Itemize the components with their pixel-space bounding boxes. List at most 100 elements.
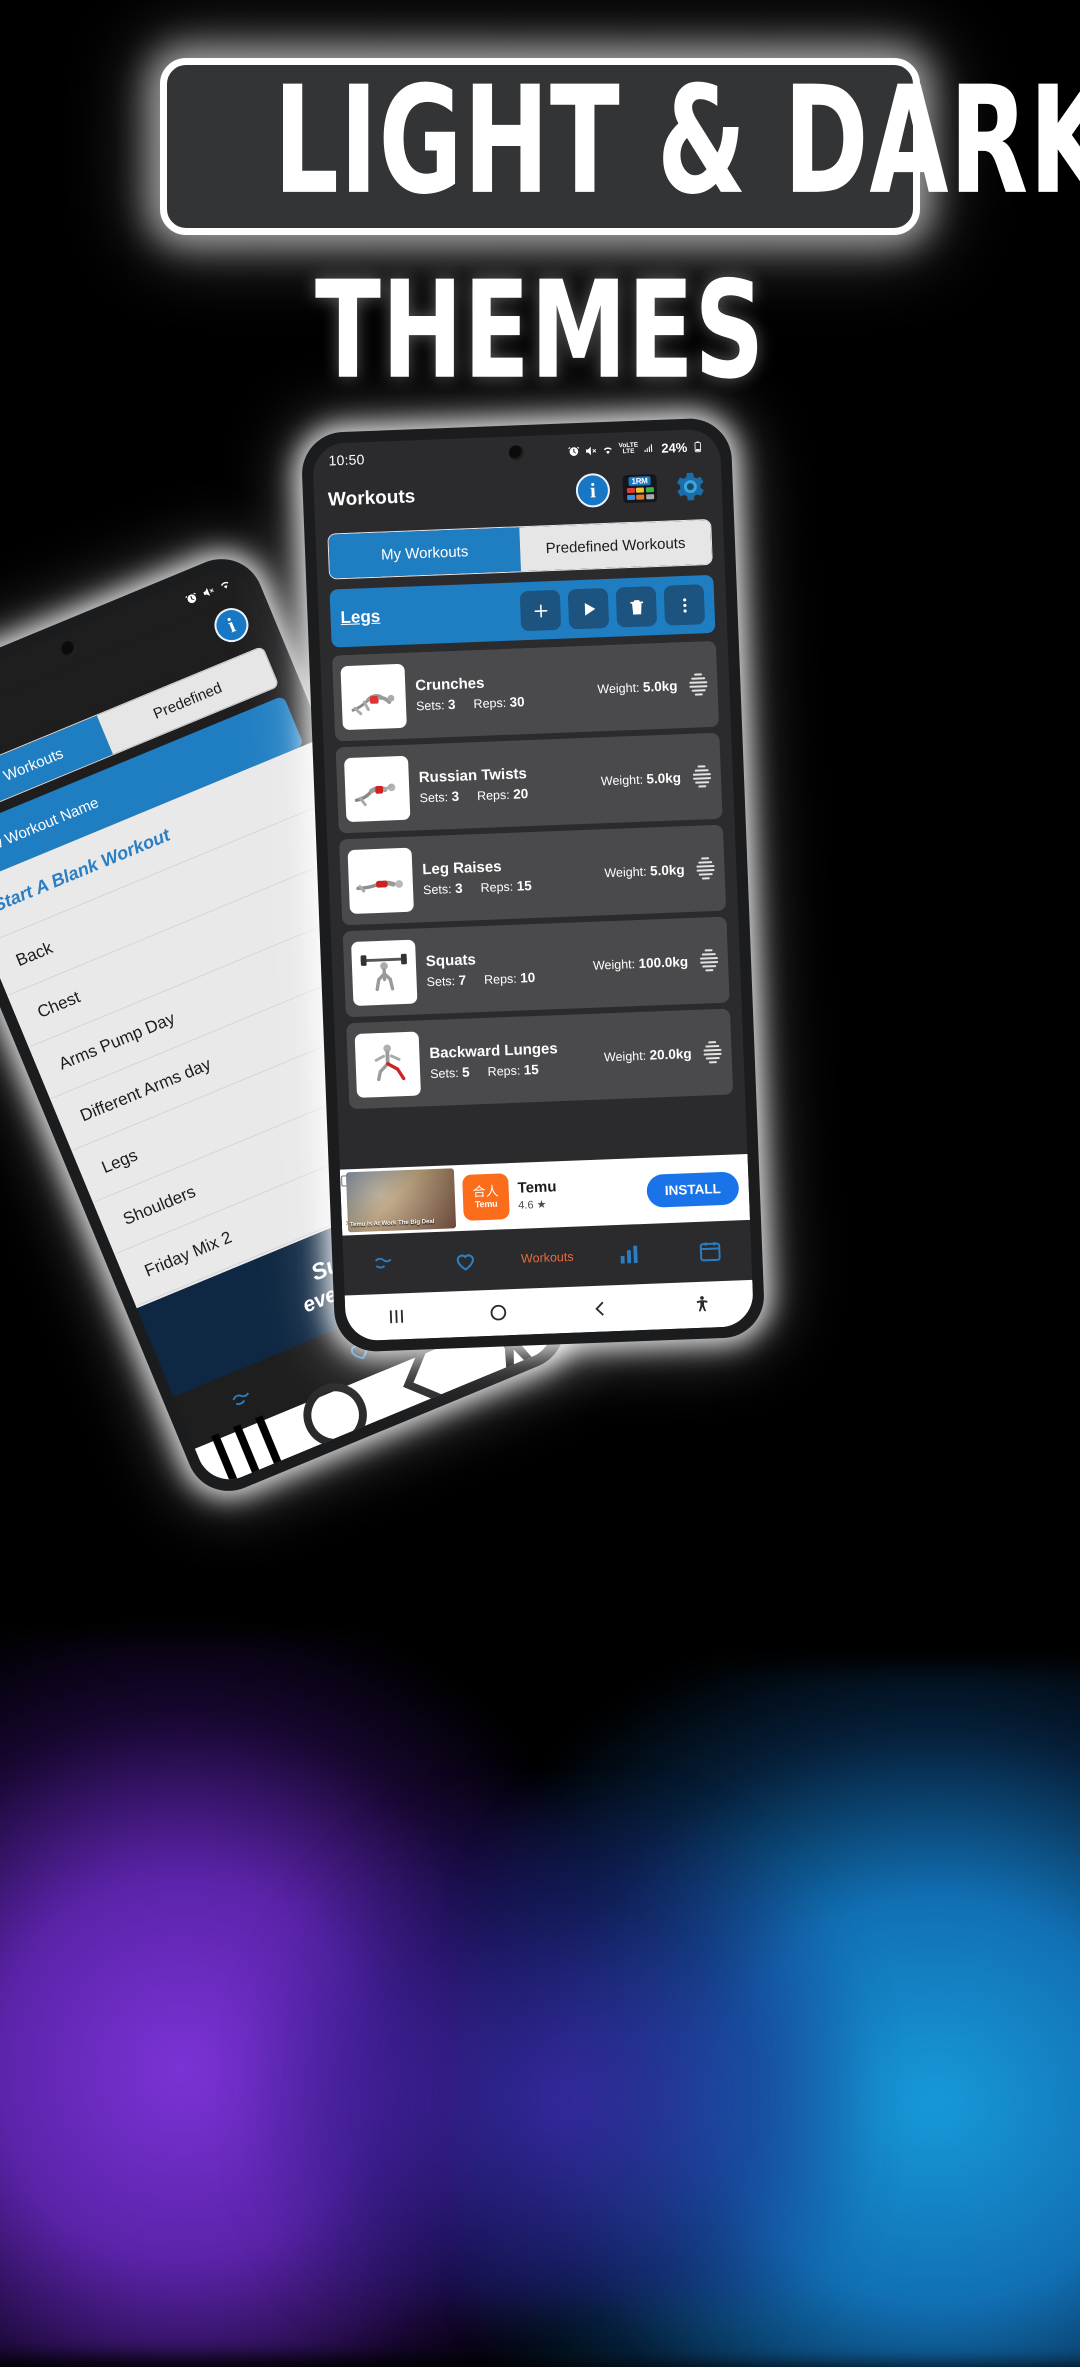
back-icon[interactable] [589, 1297, 612, 1320]
alarm-icon [568, 446, 580, 456]
sets-stat: Sets: 3 [416, 696, 456, 713]
exercise-info: Russian Twists Sets: 3 Reps: 20 [418, 763, 591, 805]
one-rep-max-button[interactable]: 1RM [621, 472, 659, 505]
volte-line-2: LTE [622, 447, 635, 456]
nav-statistics[interactable] [588, 1240, 671, 1269]
battery-percent-label: 24% [660, 439, 688, 456]
exercise-info: Leg Raises Sets: 3 Reps: 15 [422, 855, 595, 897]
exercise-list[interactable]: Crunches Sets: 3 Reps: 30 Weight: 5.0kg … [320, 640, 747, 1169]
exercise-thumbnail [351, 939, 418, 1006]
weight-stat: Weight: 20.0kg [604, 1046, 692, 1064]
exercise-info: Squats Sets: 7 Reps: 10 [426, 948, 584, 989]
heart-icon [457, 1254, 475, 1271]
weight-label: Weight: [592, 956, 636, 973]
weight-stat: Weight: 5.0kg [601, 770, 682, 788]
phone-mockup-dark-theme: 10:50 VoLTE LTE 24% Workouts i 1RM My Wo… [300, 417, 766, 1353]
reps-label: Reps: [480, 879, 514, 895]
battery-icon [694, 440, 702, 452]
squats-illustration-icon [360, 953, 407, 992]
chart-icon [620, 1245, 638, 1264]
reps-value: 30 [509, 693, 525, 710]
volte-icon: VoLTE LTE [618, 442, 638, 456]
camera-punchhole [59, 638, 79, 659]
start-workout-button[interactable] [567, 587, 610, 630]
reps-value: 10 [519, 969, 536, 986]
plus-icon [534, 604, 547, 617]
reps-stat: Reps: 15 [487, 1062, 539, 1079]
sets-value: 7 [458, 972, 467, 988]
reps-label: Reps: [487, 1063, 521, 1079]
backward-lunges-illustration-icon [374, 1044, 406, 1082]
drag-handle-icon[interactable] [687, 673, 710, 696]
reps-stat: Reps: 10 [484, 970, 536, 987]
temu-glyph-icon: 合人 [472, 1183, 500, 1200]
accessibility-icon[interactable] [691, 1293, 714, 1316]
home-icon[interactable] [487, 1301, 510, 1324]
weight-stat: Weight: 5.0kg [604, 862, 685, 880]
table-row[interactable]: Squats Sets: 7 Reps: 10 Weight: 100.0kg [342, 916, 730, 1018]
ad-logo-label: Temu [474, 1198, 498, 1210]
info-button[interactable]: i [575, 472, 611, 509]
signal-icon [644, 443, 653, 452]
ad-rating: 4.6 ★ [518, 1198, 547, 1212]
ad-install-button[interactable]: INSTALL [646, 1170, 740, 1208]
ad-creative-image: Temu Is At Work The Big Deal [345, 1168, 457, 1233]
exercise-stats: Sets: 3 Reps: 30 [416, 691, 588, 713]
add-exercise-button[interactable] [519, 589, 562, 632]
delete-workout-button[interactable] [615, 586, 658, 628]
info-button[interactable]: i [209, 602, 254, 648]
table-row[interactable]: Backward Lunges Sets: 5 Reps: 15 Weight:… [346, 1008, 734, 1110]
drag-handle-icon[interactable] [698, 949, 721, 972]
recents-icon[interactable] [385, 1305, 408, 1328]
promo-headline-block: LIGHT & DARK THEMES [0, 54, 1080, 408]
drag-handle-icon[interactable] [701, 1041, 724, 1064]
reps-label: Reps: [473, 695, 507, 711]
sets-label: Sets: [426, 973, 456, 989]
page-title: Workouts [327, 486, 416, 511]
exercise-stats: Sets: 3 Reps: 15 [423, 875, 595, 897]
reps-stat: Reps: 15 [480, 878, 532, 895]
drag-handle-icon[interactable] [691, 765, 714, 788]
reps-value: 15 [516, 877, 532, 894]
exercise-stats: Sets: 3 Reps: 20 [419, 783, 591, 805]
status-icons: VoLTE LTE 24% [567, 439, 704, 459]
reps-value: 20 [512, 785, 529, 802]
nav-exercises[interactable] [343, 1249, 426, 1278]
phone-screen-dark: 10:50 VoLTE LTE 24% Workouts i 1RM My Wo… [311, 428, 755, 1342]
ad-text-block: Temu 4.6 ★ [517, 1175, 647, 1212]
tab-group: My Workouts Predefined Workouts [327, 518, 713, 580]
nav-favourites[interactable] [425, 1246, 508, 1275]
sets-label: Sets: [422, 881, 452, 897]
sets-value: 3 [454, 880, 463, 896]
headline-primary: LIGHT & DARK [273, 54, 1080, 228]
wifi-icon [220, 581, 229, 589]
mute-icon [586, 446, 597, 455]
kebab-menu-icon [682, 597, 687, 613]
weight-stat: Weight: 5.0kg [597, 678, 678, 696]
nav-calendar[interactable] [669, 1237, 752, 1266]
sets-label: Sets: [429, 1065, 459, 1081]
trash-icon [629, 599, 643, 615]
nav-workouts[interactable]: Workouts [506, 1249, 588, 1266]
weight-label: Weight: [600, 772, 644, 788]
weight-value: 20.0kg [649, 1045, 692, 1063]
table-row[interactable]: Crunches Sets: 3 Reps: 30 Weight: 5.0kg [332, 640, 720, 742]
table-row[interactable]: Russian Twists Sets: 3 Reps: 20 Weight: … [335, 732, 723, 834]
table-row[interactable]: Leg Raises Sets: 3 Reps: 15 Weight: 5.0k… [339, 824, 727, 926]
workout-group-title[interactable]: Legs [340, 602, 513, 629]
reps-value: 15 [523, 1061, 540, 1078]
tab-my-workouts[interactable]: My Workouts [328, 527, 521, 579]
settings-button[interactable] [669, 467, 708, 506]
weight-label: Weight: [597, 680, 640, 696]
play-icon [584, 602, 595, 616]
calendar-icon [699, 1242, 721, 1262]
tab-predefined-workouts[interactable]: Predefined Workouts [519, 519, 712, 572]
weight-label: Weight: [603, 1048, 647, 1064]
more-options-button[interactable] [663, 584, 706, 626]
drag-handle-icon[interactable] [694, 857, 717, 880]
headline-secondary: THEMES [314, 250, 766, 409]
exercise-stats: Sets: 7 Reps: 10 [426, 968, 583, 989]
alarm-icon [185, 592, 196, 603]
ad-app-icon: 合人 Temu [462, 1173, 510, 1221]
nav-workouts-label: Workouts [520, 1249, 574, 1266]
